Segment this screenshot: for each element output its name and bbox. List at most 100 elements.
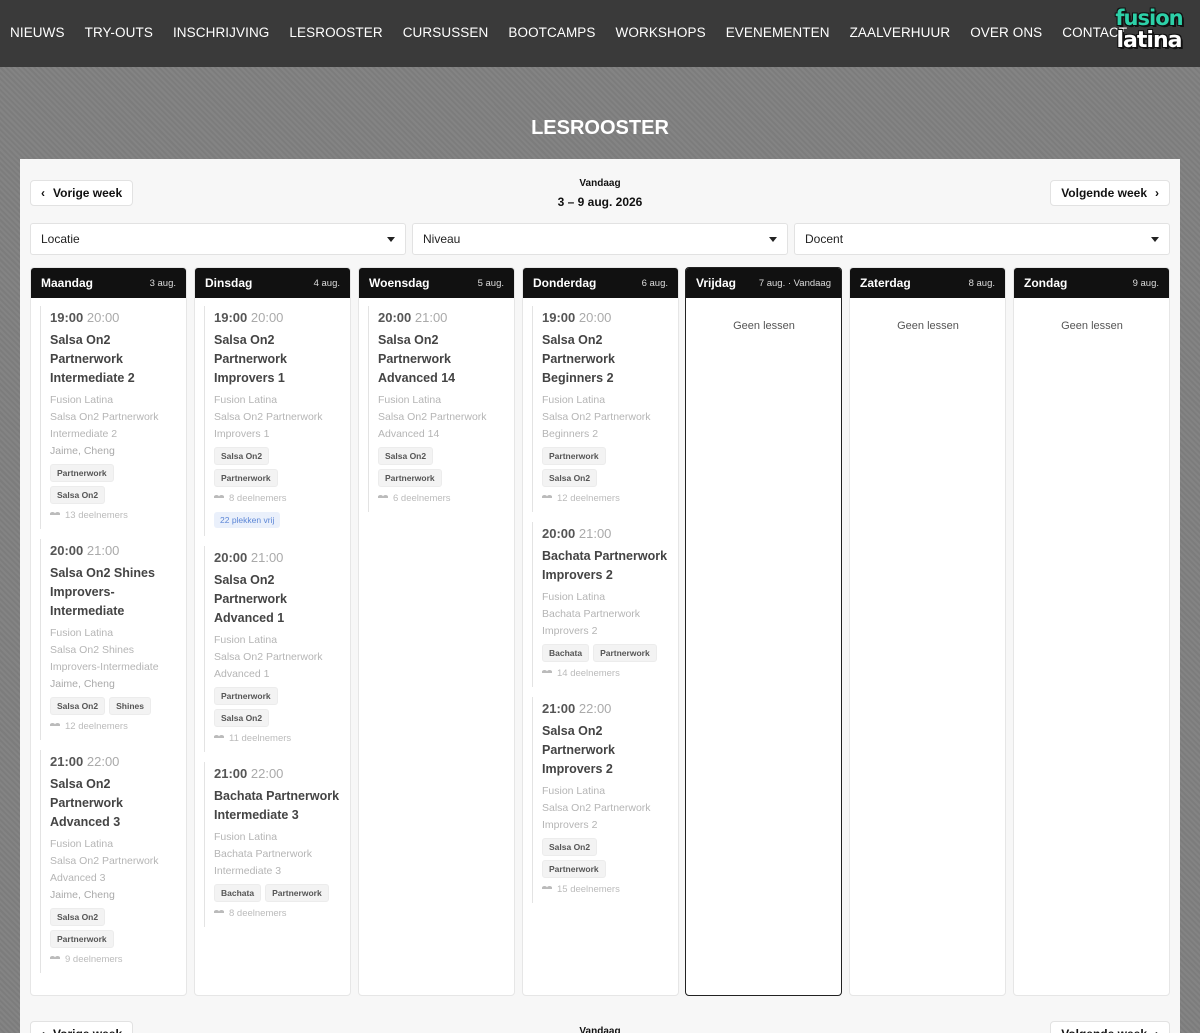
- lesson-title[interactable]: Salsa On2 Partnerwork Improvers 2: [542, 722, 670, 779]
- lesson-end-time: 21:00: [414, 310, 448, 325]
- lesson-tag: Partnerwork: [593, 644, 657, 662]
- lesson-card[interactable]: 21:00 22:00 Bachata Partnerwork Intermedi…: [204, 762, 342, 927]
- lesson-tags: Salsa On2 Partnerwork: [542, 838, 670, 878]
- nav-item-workshops[interactable]: WORKSHOPS: [616, 25, 706, 40]
- caret-down-icon: [769, 236, 777, 242]
- next-week-button[interactable]: Volgende week ›: [1050, 180, 1170, 206]
- lesson-tag: Partnerwork: [265, 884, 329, 902]
- lesson-time: 19:00 20:00: [50, 310, 178, 325]
- lesson-start-time: 21:00: [542, 701, 576, 716]
- lesson-participants: 14 deelnemers: [542, 668, 670, 679]
- lesson-card[interactable]: 19:00 20:00 Salsa On2 Partnerwork Improve…: [204, 306, 342, 536]
- no-lessons-label: Geen lessen: [733, 320, 795, 332]
- logo-text-line1: fusion: [1115, 6, 1183, 30]
- day-column-zaterdag: Zaterdag 8 aug. Geen lessen: [849, 267, 1006, 996]
- lesson-card[interactable]: 20:00 21:00 Salsa On2 Partnerwork Advance…: [368, 306, 506, 512]
- lesson-start-time: 21:00: [50, 754, 84, 769]
- lesson-title[interactable]: Salsa On2 Partnerwork Advanced 3: [50, 775, 178, 832]
- lesson-time: 20:00 21:00: [214, 550, 342, 565]
- lesson-course: Salsa On2 Partnerwork Intermediate 2: [50, 411, 159, 440]
- day-header: Zondag 9 aug.: [1014, 268, 1169, 298]
- lesson-title[interactable]: Salsa On2 Partnerwork Beginners 2: [542, 331, 670, 388]
- fusion-latina-logo[interactable]: fusion latina: [1108, 8, 1190, 60]
- day-name: Woensdag: [369, 276, 430, 290]
- nav-item-lesrooster[interactable]: LESROOSTER: [289, 25, 382, 40]
- nav-item-evenementen[interactable]: EVENEMENTEN: [726, 25, 830, 40]
- lesson-location: Fusion Latina: [50, 394, 114, 406]
- lesson-tags: Bachata Partnerwork: [214, 884, 342, 902]
- nav-item-zaalverhuur[interactable]: ZAALVERHUUR: [850, 25, 951, 40]
- lesson-title[interactable]: Salsa On2 Partnerwork Advanced 14: [378, 331, 506, 388]
- day-column-vrijdag: Vrijdag 7 aug. · Vandaag Geen lessen: [685, 267, 842, 996]
- today-link[interactable]: Vandaag: [20, 178, 1180, 189]
- day-header: Vrijdag 7 aug. · Vandaag: [686, 268, 841, 298]
- lesson-card[interactable]: 20:00 21:00 Salsa On2 Partnerwork Advance…: [204, 546, 342, 752]
- nav-item-inschrijving[interactable]: INSCHRIJVING: [173, 25, 269, 40]
- lesson-card[interactable]: 19:00 20:00 Salsa On2 Partnerwork Beginne…: [532, 306, 670, 512]
- day-column-donderdag: Donderdag 6 aug. 19:00 20:00 Salsa On2 Part…: [522, 267, 679, 996]
- lesson-location: Fusion Latina: [214, 394, 278, 406]
- teacher-select-value: Docent: [805, 232, 844, 246]
- lesson-teacher: Jaime, Cheng: [50, 889, 115, 901]
- lesson-card[interactable]: 19:00 20:00 Salsa On2 Partnerwork Interme…: [40, 306, 178, 529]
- lesson-tag: Partnerwork: [50, 464, 114, 482]
- day-header: Maandag 3 aug.: [31, 268, 186, 298]
- next-week-label: Volgende week: [1061, 186, 1147, 200]
- location-select[interactable]: Locatie: [30, 223, 406, 255]
- nav-item-nieuws[interactable]: NIEUWS: [10, 25, 65, 40]
- today-link-bottom[interactable]: Vandaag: [20, 1026, 1180, 1033]
- participants-count: 12 deelnemers: [557, 493, 620, 504]
- day-body: 20:00 21:00 Salsa On2 Partnerwork Advance…: [359, 298, 514, 512]
- nav-item-over-ons[interactable]: OVER ONS: [970, 25, 1042, 40]
- lesson-participants: 6 deelnemers: [378, 493, 506, 504]
- day-date: 5 aug.: [477, 277, 504, 289]
- level-select[interactable]: Niveau: [412, 223, 788, 255]
- people-icon: [378, 495, 389, 502]
- lesson-title[interactable]: Salsa On2 Shines Improvers-Intermediate: [50, 564, 178, 621]
- people-icon: [214, 495, 225, 502]
- lesson-course: Salsa On2 Shines Improvers-Intermediate: [50, 644, 159, 673]
- lesson-tag: Salsa On2: [214, 447, 270, 465]
- next-week-button-bottom[interactable]: Volgende week ›: [1050, 1021, 1170, 1033]
- day-column-dinsdag: Dinsdag 4 aug. 19:00 20:00 Salsa On2 Partne…: [194, 267, 351, 996]
- day-date: 8 aug.: [968, 277, 995, 289]
- nav-item-bootcamps[interactable]: BOOTCAMPS: [508, 25, 595, 40]
- nav-item-try-outs[interactable]: TRY-OUTS: [85, 25, 153, 40]
- no-lessons-label: Geen lessen: [1061, 320, 1123, 332]
- lesson-participants: 15 deelnemers: [542, 884, 670, 895]
- day-header: Woensdag 5 aug.: [359, 268, 514, 298]
- lesson-title[interactable]: Bachata Partnerwork Improvers 2: [542, 547, 670, 585]
- chevron-right-icon: ›: [1155, 186, 1159, 200]
- participants-count: 8 deelnemers: [229, 908, 287, 919]
- lesson-tag: Salsa On2: [378, 447, 434, 465]
- day-header: Dinsdag 4 aug.: [195, 268, 350, 298]
- lesson-start-time: 20:00: [50, 543, 84, 558]
- lesson-card[interactable]: 21:00 22:00 Salsa On2 Partnerwork Advance…: [40, 750, 178, 973]
- lesson-tags: Partnerwork Salsa On2: [542, 447, 670, 487]
- lesson-title[interactable]: Salsa On2 Partnerwork Improvers 1: [214, 331, 342, 388]
- lesson-card[interactable]: 20:00 21:00 Salsa On2 Shines Improvers-In…: [40, 539, 178, 740]
- lesson-start-time: 19:00: [214, 310, 248, 325]
- lesson-title[interactable]: Salsa On2 Partnerwork Advanced 1: [214, 571, 342, 628]
- lesson-title[interactable]: Salsa On2 Partnerwork Intermediate 2: [50, 331, 178, 388]
- lesson-tags: Salsa On2 Partnerwork: [214, 447, 342, 487]
- lesson-end-time: 21:00: [86, 543, 120, 558]
- lesson-title[interactable]: Bachata Partnerwork Intermediate 3: [214, 787, 342, 825]
- lesson-card[interactable]: 20:00 21:00 Bachata Partnerwork Improvers…: [532, 522, 670, 687]
- lesson-end-time: 21:00: [250, 550, 284, 565]
- day-header: Donderdag 6 aug.: [523, 268, 678, 298]
- people-icon: [50, 956, 61, 963]
- day-date: 6 aug.: [641, 277, 668, 289]
- lesson-card[interactable]: 21:00 22:00 Salsa On2 Partnerwork Improve…: [532, 697, 670, 903]
- schedule-card: ‹ Vorige week Vandaag 3 – 9 aug. 2026 Vo…: [20, 159, 1180, 1033]
- lesson-time: 20:00 21:00: [378, 310, 506, 325]
- lesson-location: Fusion Latina: [378, 394, 442, 406]
- lesson-location: Fusion Latina: [214, 634, 278, 646]
- top-navigation-bar: NIEUWS TRY-OUTS INSCHRIJVING LESROOSTER …: [0, 0, 1200, 67]
- day-body: 19:00 20:00 Salsa On2 Partnerwork Improve…: [195, 298, 350, 927]
- lesson-tags: Partnerwork Salsa On2: [214, 687, 342, 727]
- lesson-start-time: 21:00: [214, 766, 248, 781]
- teacher-select[interactable]: Docent: [794, 223, 1170, 255]
- lesson-participants: 12 deelnemers: [50, 721, 178, 732]
- nav-item-cursussen[interactable]: CURSUSSEN: [403, 25, 489, 40]
